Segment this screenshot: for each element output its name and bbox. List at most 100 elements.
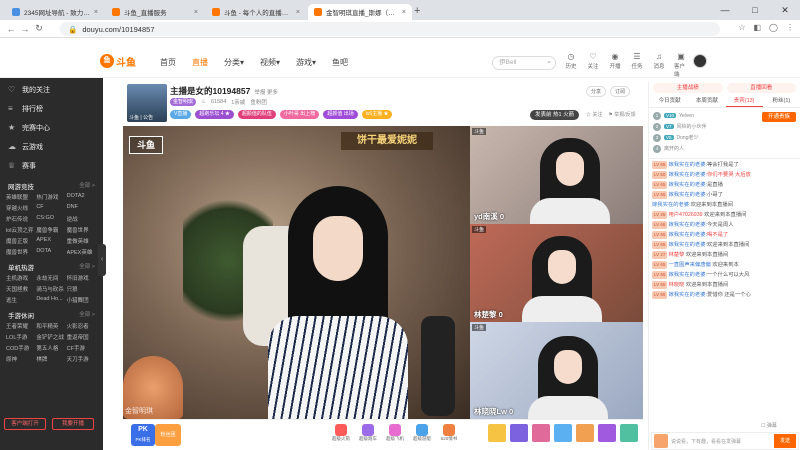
game-link[interactable]: DOTA	[36, 248, 66, 256]
chat-user[interactable]: 嫁我实在的老婆:	[652, 202, 691, 208]
game-link[interactable]: 逃生	[6, 296, 36, 304]
tab-fans[interactable]: 粉丝(1)	[763, 94, 800, 107]
game-link[interactable]: 魔兽世界	[67, 226, 97, 234]
chat-user[interactable]: 嫁我实在的老婆:	[668, 292, 707, 298]
game-link[interactable]: CF	[36, 204, 66, 212]
gift-icon[interactable]	[576, 424, 594, 442]
chat-user[interactable]: 嫁我实在的老婆:	[668, 242, 707, 248]
task-button[interactable]: ☰ 任务	[630, 52, 644, 78]
game-link[interactable]: CF手游	[67, 344, 97, 352]
gift-item[interactable]: 超级火箭	[331, 424, 351, 446]
gift-icon[interactable]	[620, 424, 638, 442]
tab-today[interactable]: 今日贡献	[651, 94, 688, 107]
chat-user[interactable]: 嫁我实在的老婆:	[668, 272, 707, 278]
game-link[interactable]: 热门游戏	[36, 193, 66, 201]
game-link[interactable]: 小猎舞团	[67, 296, 97, 304]
gift-icon[interactable]	[510, 424, 528, 442]
send-button[interactable]: 发送	[774, 434, 796, 448]
browser-tab-0[interactable]: 2345网址导航 - 致力于打造百年品牌 ×	[6, 4, 104, 20]
game-link[interactable]: DOTA2	[67, 193, 97, 201]
chat-user[interactable]: 一直图声来偏唐偏	[668, 262, 710, 268]
game-link[interactable]: COD手游	[6, 344, 36, 352]
game-link[interactable]: APEX	[36, 237, 66, 245]
room-tag[interactable]: 超颜值的队伍	[237, 110, 276, 119]
room-tag[interactable]: V直播	[170, 110, 192, 119]
section-more-link[interactable]: 全部 >	[79, 262, 95, 272]
gift-item[interactable]: 超级跑车	[358, 424, 378, 446]
browser-tab-active[interactable]: 金智明琪直播_斯娜（揭秘） ×	[308, 4, 412, 20]
message-button[interactable]: ♫ 消息	[652, 52, 666, 78]
game-link[interactable]: 重做英雄	[67, 237, 97, 245]
room-tag[interactable]: lv6主播 ★	[361, 110, 393, 119]
back-icon[interactable]: ←	[4, 24, 18, 34]
search-icon[interactable]: ⌕	[547, 57, 551, 69]
menu-icon[interactable]: ⋮	[786, 23, 794, 32]
game-link[interactable]: 天刀手游	[67, 355, 97, 363]
sub-video-3[interactable]: 斗鱼 林晓晓Lw 0	[470, 322, 643, 419]
rank-row[interactable]: 2 V7 风铃的小伙伴	[653, 121, 796, 132]
game-link[interactable]: 逆战	[67, 215, 97, 223]
gift-icon[interactable]	[554, 424, 572, 442]
sidebar-item-event[interactable]: ★ 完赛中心	[0, 118, 103, 137]
room-tag[interactable]: 超颜值 出场	[323, 110, 358, 119]
share-button[interactable]: 分享	[586, 86, 607, 97]
chat-user[interactable]: 嫁我实在的老婆:	[668, 192, 707, 198]
sub-video-1[interactable]: 斗鱼 yd南溪 0	[470, 126, 643, 224]
sidebar-collapse-handle[interactable]: ‹	[98, 244, 106, 276]
chat-user[interactable]: 嫁我实在的老婆:	[668, 232, 707, 238]
main-video[interactable]: 斗鱼 饼干最爱妮妮 金智明琪	[123, 126, 470, 419]
game-link[interactable]: 原神	[6, 355, 36, 363]
browser-tab-2[interactable]: 斗鱼 - 每个人的直播平台 ×	[206, 4, 306, 20]
star-icon[interactable]: ☆	[738, 23, 745, 32]
chat-user[interactable]: 嫁我实在的老婆:	[668, 172, 707, 178]
maximize-button[interactable]: □	[740, 0, 770, 20]
section-more-link[interactable]: 全部 >	[79, 181, 95, 191]
close-icon[interactable]: ×	[194, 9, 198, 16]
pk-button[interactable]: PK PK排名	[131, 424, 155, 446]
sidebar-item-follow[interactable]: ♡ 我的关注	[0, 80, 103, 99]
nav-category[interactable]: 分类▾	[224, 57, 244, 68]
gift-icon[interactable]	[532, 424, 550, 442]
open-noble-button[interactable]: 开通贵族	[761, 112, 796, 122]
gift-item[interactable]: 超级飞机	[385, 424, 405, 446]
streamer-avatar[interactable]: 斗鱼 | 公告	[127, 84, 167, 122]
streamer-record-button[interactable]: 主播战绩	[653, 83, 723, 93]
video-player[interactable]: 斗鱼 饼干最爱妮妮 金智明琪 斗鱼 yd南溪 0 斗鱼 林楚黎 0 斗鱼 林晓晓…	[123, 126, 643, 419]
replay-button[interactable]: 直播回看	[726, 83, 796, 93]
nav-home[interactable]: 首页	[160, 57, 176, 68]
game-link[interactable]: 天国拯救	[6, 285, 36, 293]
sidebar-item-esports[interactable]: ♕ 赛事	[0, 156, 103, 175]
fan-club-button[interactable]: 粉丝团	[155, 424, 181, 446]
game-link[interactable]: 魔兽争霸	[36, 226, 66, 234]
follow-room-button[interactable]: ☆ 关注	[586, 111, 602, 118]
game-link[interactable]: 英雄联盟	[6, 193, 36, 201]
game-link[interactable]: 怀旧游戏	[67, 274, 97, 282]
start-stream-button[interactable]: 我要开播	[52, 418, 94, 430]
report-button[interactable]: ⚑ 举报/反馈	[608, 111, 635, 118]
chat-user[interactable]: 嫁我实在的老婆:	[668, 182, 707, 188]
chat-user[interactable]: 嫁我实在的老婆:	[668, 222, 707, 228]
game-link[interactable]: APEX英雄	[67, 248, 97, 256]
game-link[interactable]: 金铲铲之战	[36, 333, 66, 341]
game-link[interactable]: 魔兽世界	[6, 248, 36, 256]
close-icon[interactable]: ×	[296, 9, 300, 16]
open-client-button[interactable]: 客户端打开	[4, 418, 46, 430]
sidebar-item-cloudgame[interactable]: ☁ 云游戏	[0, 137, 103, 156]
profile-icon[interactable]: ◯	[769, 23, 778, 32]
search-input[interactable]: 伊Bell ⌕	[492, 56, 556, 70]
game-link[interactable]: Dead Ho...	[36, 296, 66, 304]
sub-video-2[interactable]: 斗鱼 林楚黎 0	[470, 224, 643, 322]
game-link[interactable]: 和平精英	[36, 322, 66, 330]
game-link[interactable]: 棋牌	[36, 355, 66, 363]
extension-icon[interactable]: ◧	[753, 23, 761, 32]
rank-row[interactable]: 4 离开的人	[653, 143, 796, 154]
game-link[interactable]: 王者荣耀	[6, 322, 36, 330]
report-link[interactable]: 举报 更多	[254, 90, 278, 96]
broadcast-button[interactable]: ◉ 开播	[608, 52, 622, 78]
nav-video[interactable]: 视频▾	[260, 57, 280, 68]
gift-item[interactable]: 520情书	[439, 424, 459, 446]
chat-user[interactable]: 林楚黎	[668, 252, 684, 258]
game-link[interactable]: lol云顶之弈	[6, 226, 36, 234]
douyu-logo[interactable]: 鱼 斗鱼	[100, 54, 138, 69]
rank-pill[interactable]: 发表前 热1 火箭	[530, 110, 580, 120]
